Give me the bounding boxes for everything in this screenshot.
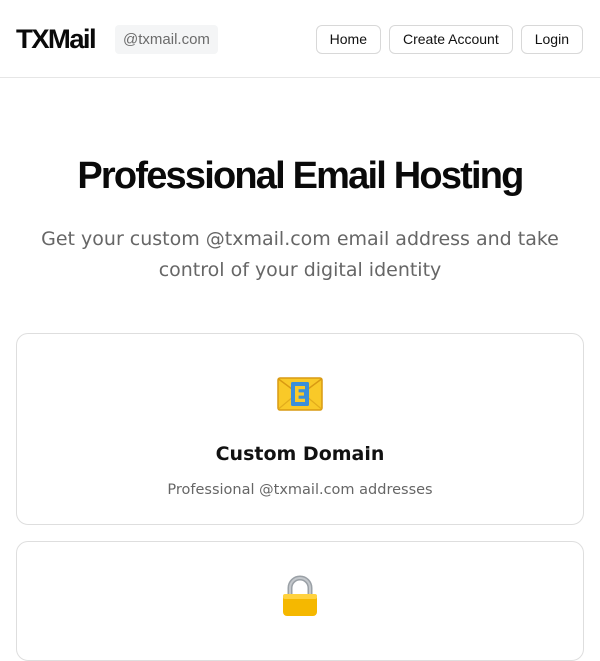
create-account-button[interactable]: Create Account: [389, 25, 513, 54]
hero-subtitle: Get your custom @txmail.com email addres…: [41, 228, 559, 281]
padlock-icon: [280, 574, 320, 618]
hero-title: Professional Email Hosting: [77, 155, 524, 197]
feature-card-custom-domain: Custom Domain Professional @txmail.com a…: [16, 333, 584, 525]
site-header: TXMail @txmail.com Home Create Account L…: [0, 0, 600, 78]
main-nav: Home Create Account Login: [315, 25, 583, 54]
login-button[interactable]: Login: [520, 25, 583, 54]
logo[interactable]: TXMail: [16, 22, 97, 56]
e-mail-envelope-icon: [276, 376, 324, 412]
feature-description: Professional @txmail.com addresses: [167, 482, 433, 498]
home-button[interactable]: Home: [315, 25, 381, 54]
feature-title: Custom Domain: [215, 443, 385, 465]
feature-card-security: [16, 541, 584, 661]
domain-badge: @txmail.com: [115, 25, 218, 54]
